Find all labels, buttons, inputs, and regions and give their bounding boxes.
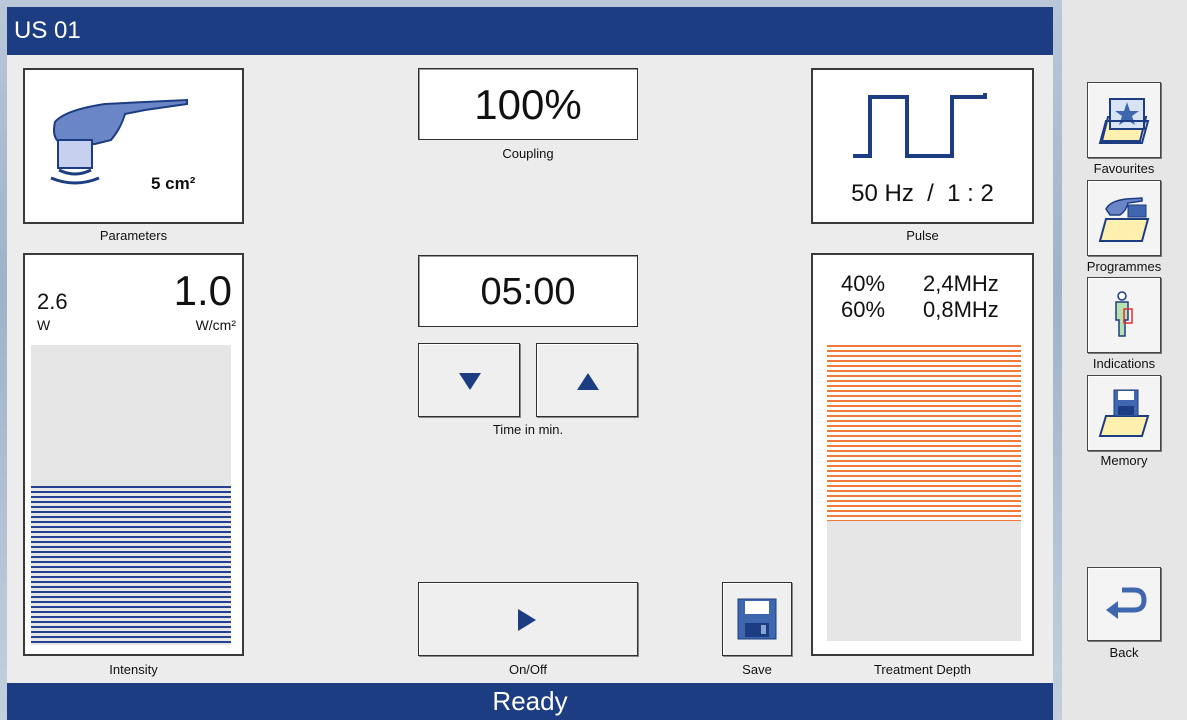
- intensity-label: Intensity: [109, 662, 158, 677]
- star-folder-icon: [1098, 98, 1150, 144]
- back-label: Back: [1109, 645, 1139, 660]
- indications-button[interactable]: [1087, 277, 1161, 353]
- depth-track[interactable]: [827, 345, 1021, 641]
- onoff-button[interactable]: [418, 582, 638, 656]
- pulse-waveform-icon: [853, 93, 987, 158]
- window-title: US 01: [7, 7, 1053, 55]
- parameters-label: Parameters: [99, 228, 168, 243]
- coupling-label: Coupling: [502, 146, 554, 161]
- memory-disk-icon: [1098, 389, 1150, 437]
- power-unit: W: [37, 317, 51, 333]
- memory-button[interactable]: [1087, 375, 1161, 451]
- play-icon: [518, 609, 536, 631]
- coupling-display[interactable]: 100%: [418, 68, 638, 140]
- human-figure-icon: [1115, 291, 1133, 337]
- pulse-label: Pulse: [906, 228, 939, 243]
- favourites-button[interactable]: [1087, 82, 1161, 158]
- power-value: 2.6: [37, 289, 68, 314]
- depth-row2-frequency: 0,8MHz: [923, 297, 999, 322]
- favourites-label: Favourites: [1093, 161, 1155, 176]
- depth-row2-percent: 60%: [841, 297, 886, 322]
- onoff-label: On/Off: [508, 662, 548, 677]
- programmes-button[interactable]: [1087, 180, 1161, 256]
- depth-bar: [827, 345, 1021, 521]
- depth-row1-percent: 40%: [841, 271, 886, 296]
- save-label: Save: [742, 662, 772, 677]
- programmes-label: Programmes: [1086, 259, 1162, 274]
- floppy-disk-icon: [737, 598, 777, 640]
- time-display[interactable]: 05:00: [418, 255, 638, 327]
- arrow-down-icon: [459, 373, 481, 390]
- pulse-value: 50 Hz / 1 : 2: [851, 180, 994, 207]
- time-label: Time in min.: [492, 422, 564, 437]
- depth-row1-frequency: 2,4MHz: [923, 271, 999, 296]
- programme-folder-icon: [1098, 197, 1150, 242]
- back-button[interactable]: [1087, 567, 1161, 641]
- intensity-value: 1.0: [173, 267, 232, 314]
- intensity-unit: W/cm²: [195, 317, 236, 333]
- indications-label: Indications: [1092, 356, 1156, 371]
- parameters-panel[interactable]: 5 cm²: [23, 68, 244, 224]
- transducer-area: 5 cm²: [151, 174, 196, 193]
- treatment-depth-panel[interactable]: 40% 2,4MHz 60% 0,8MHz: [811, 253, 1034, 656]
- treatment-depth-label: Treatment Depth: [873, 662, 972, 677]
- time-increase-button[interactable]: [536, 343, 638, 417]
- pulse-panel[interactable]: 50 Hz / 1 : 2: [811, 68, 1034, 224]
- arrow-up-icon: [577, 373, 599, 390]
- memory-label: Memory: [1100, 453, 1148, 468]
- time-decrease-button[interactable]: [418, 343, 520, 417]
- save-button[interactable]: [722, 582, 792, 656]
- back-arrow-icon: [1106, 587, 1147, 619]
- transducer-icon: [50, 98, 188, 185]
- status-bar: Ready: [7, 683, 1053, 720]
- intensity-track[interactable]: [31, 345, 231, 645]
- intensity-bar: [31, 486, 231, 645]
- intensity-panel[interactable]: 2.6 W 1.0 W/cm²: [23, 253, 244, 656]
